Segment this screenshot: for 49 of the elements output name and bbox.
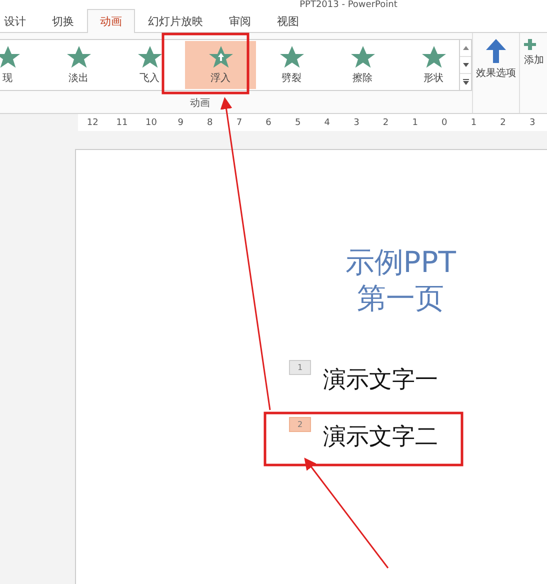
ribbon-tab[interactable]: 幻灯片放映 — [135, 9, 216, 33]
animation-item[interactable]: 擦除 — [327, 41, 398, 89]
caret-down-icon — [462, 63, 468, 67]
ruler-number: 1 — [411, 118, 419, 128]
slide-title: 示例PPT — [345, 244, 456, 280]
ruler-number: 10 — [144, 118, 158, 128]
animation-item[interactable]: 形状 — [398, 41, 459, 89]
ruler-number: 1 — [470, 118, 478, 128]
slide-text: 演示文字二 — [323, 423, 438, 452]
window-title: PPT2013 - PowerPoint — [300, 0, 398, 10]
ruler-number: 7 — [235, 118, 244, 128]
ruler-number: 12 — [86, 118, 100, 128]
star-icon — [420, 45, 446, 69]
star-icon — [208, 45, 234, 69]
expand-icon — [462, 79, 468, 85]
ribbon-tab[interactable]: 视图 — [264, 9, 312, 33]
ruler-number: 4 — [323, 118, 332, 128]
ruler-number: 6 — [264, 118, 272, 128]
ruler-number: 3 — [528, 118, 536, 128]
star-icon — [350, 45, 376, 69]
ruler-number: 9 — [176, 118, 184, 128]
star-icon — [278, 45, 304, 69]
ruler-number: 11 — [115, 118, 129, 128]
caret-up-icon — [462, 46, 468, 50]
star-icon — [66, 45, 92, 69]
ribbon-tab[interactable]: 设计 — [0, 9, 39, 33]
animation-order-tag[interactable]: 1 — [289, 360, 311, 375]
arrow-up-icon — [486, 39, 506, 63]
add-animation-button[interactable]: 添加 — [519, 33, 547, 113]
ribbon-tab[interactable]: 动画 — [87, 9, 135, 33]
slide-title: 第一页 — [357, 280, 444, 316]
star-icon — [0, 45, 20, 69]
animation-item[interactable]: 劈裂 — [256, 41, 327, 89]
star-icon — [136, 45, 162, 69]
ruler-number: 2 — [382, 118, 390, 128]
slide-text: 演示文字一 — [323, 366, 438, 395]
ruler-number: 2 — [499, 118, 507, 128]
ribbon-tab[interactable]: 切换 — [39, 9, 87, 33]
animation-item[interactable]: 淡出 — [43, 41, 114, 89]
animation-item[interactable]: 浮入 — [185, 41, 256, 89]
animation-item[interactable]: 飞入 — [114, 41, 185, 89]
ruler-number: 3 — [352, 118, 360, 128]
ruler-number: 0 — [440, 118, 448, 128]
ribbon-tab[interactable]: 审阅 — [216, 9, 264, 33]
ruler-number: 8 — [206, 118, 214, 128]
ruler-number: 5 — [294, 118, 302, 128]
animation-item[interactable]: 现 — [0, 41, 43, 89]
group-label: 动画 — [190, 97, 210, 110]
effect-options-button[interactable]: 效果选项 — [473, 33, 519, 113]
